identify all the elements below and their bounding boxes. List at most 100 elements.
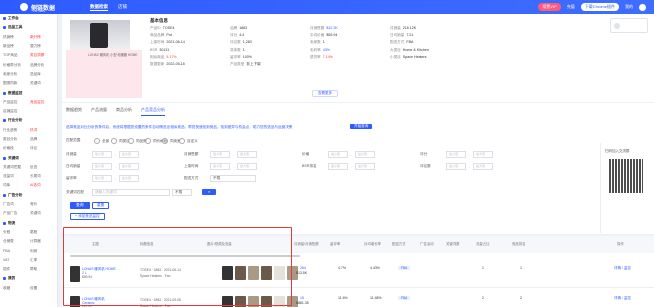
sidebar-section-header[interactable]: 关键词	[0, 153, 57, 162]
search-button[interactable]: ⌕	[202, 189, 217, 195]
scope-option-radio[interactable]: 同类目	[111, 138, 130, 144]
column-header: 操作	[617, 242, 624, 246]
sidebar-item[interactable]: 选品库	[30, 72, 57, 77]
max-input[interactable]: 最大值	[237, 151, 257, 158]
sidebar-item[interactable]: 类目洞察	[30, 53, 57, 58]
recharge-link[interactable]: 充值	[567, 4, 575, 10]
max-input[interactable]: 最大值	[473, 151, 493, 158]
query-button[interactable]: 查询	[70, 202, 90, 209]
sidebar-item[interactable]: FBA	[3, 249, 30, 253]
sidebar-item[interactable]: VAT	[3, 258, 30, 262]
sidebar-item[interactable]: 广告词	[3, 202, 30, 207]
sidebar-item[interactable]: 类目分析	[3, 137, 30, 142]
product-image[interactable]	[70, 20, 130, 50]
sidebar-item[interactable]: 关键词挖掘	[3, 165, 30, 170]
scope-option-radio[interactable]: 同品牌	[128, 138, 147, 144]
sidebar-item[interactable]: 飙升榜	[30, 35, 57, 40]
sidebar-item[interactable]: 利润	[30, 249, 57, 254]
sidebar-item[interactable]: 关键词	[30, 81, 57, 86]
sidebar-item[interactable]: 热词	[30, 128, 57, 133]
sidebar-item[interactable]: 竞品监控	[30, 100, 57, 105]
sidebar-item[interactable]: 评论	[30, 146, 57, 151]
sidebar-section-header[interactable]: 我的	[0, 274, 57, 283]
top-nav-item-search[interactable]: 数据检索	[90, 4, 108, 11]
min-input[interactable]: 最小值	[92, 163, 112, 170]
reset-button[interactable]: 重置	[92, 202, 110, 209]
sidebar-item[interactable]: 品牌分析	[30, 63, 57, 68]
max-input[interactable]: 最大值	[119, 163, 139, 170]
show-more-button[interactable]: 查看更多	[312, 90, 338, 97]
avatar[interactable]	[639, 3, 646, 11]
sidebar-section-header[interactable]: 行业分析	[0, 116, 57, 125]
keyword-mode-select[interactable]: 不限	[172, 189, 192, 196]
sidebar-item[interactable]: 插件	[3, 267, 30, 272]
min-input[interactable]: 最小值	[210, 163, 230, 170]
sidebar-item[interactable]: 价格段	[3, 146, 30, 151]
sidebar-item[interactable]: 帮助	[30, 267, 57, 272]
sidebar-item[interactable]: 尾程	[30, 230, 57, 235]
min-input[interactable]: 最小值	[446, 151, 466, 158]
sidebar-item[interactable]: 店铺监控	[3, 109, 30, 114]
app-logo[interactable]: 侧链数据 For store	[20, 1, 76, 13]
scope-option-radio[interactable]: 全部	[94, 138, 109, 144]
max-input[interactable]: 最大值	[119, 175, 139, 182]
min-input[interactable]: 最小值	[328, 151, 348, 158]
min-input[interactable]: 最小值	[92, 151, 112, 158]
max-input[interactable]: 最大值	[237, 163, 257, 170]
sidebar-item[interactable]: 竞价	[30, 202, 57, 207]
renew-vip-button[interactable]: 续费VIP	[538, 3, 561, 11]
download-plugin-button[interactable]: 下载Chrome插件	[580, 3, 619, 11]
min-input[interactable]: 最小值	[446, 163, 466, 170]
sidebar-item[interactable]: 价格带分析	[3, 63, 30, 68]
sidebar-item[interactable]: 设置	[30, 286, 57, 291]
tab-1[interactable]: 产品流量	[91, 107, 107, 116]
sidebar-item[interactable]: 新品榜	[3, 44, 30, 49]
sidebar-section-header[interactable]: 选品工具	[0, 23, 57, 32]
sidebar-item[interactable]: 品牌	[30, 137, 57, 142]
max-input[interactable]: 最大值	[473, 163, 493, 170]
sidebar-item[interactable]: 关键词	[30, 211, 57, 216]
start-query-button[interactable]: 开始查询	[350, 124, 373, 129]
add-monitor-button[interactable]: + 添加竞品监控	[70, 213, 105, 220]
top-nav-item-store[interactable]: 店铺	[118, 4, 127, 11]
sidebar-item[interactable]: 卖家分析	[3, 72, 30, 77]
sidebar-section-header[interactable]: 工作台	[0, 14, 57, 23]
sidebar-item[interactable]: 长尾词	[30, 174, 57, 179]
sidebar-item[interactable]: 收藏	[3, 286, 30, 291]
sidebar-item[interactable]: AI选词	[30, 183, 57, 188]
max-input[interactable]: 最大值	[355, 151, 375, 158]
min-input[interactable]: 最小值	[92, 175, 112, 182]
row-actions-link[interactable]: 详情 / 监控	[614, 296, 631, 301]
sidebar-section-header[interactable]: 广告分析	[0, 191, 57, 200]
shipping-select[interactable]: 不限	[210, 175, 256, 182]
tab-0[interactable]: 数据趋势	[66, 107, 82, 116]
sidebar-section-header[interactable]: 物流	[0, 219, 57, 228]
sidebar-item[interactable]: TOP商品	[3, 53, 30, 58]
sidebar-item[interactable]: 潜力榜	[30, 44, 57, 49]
scope-option-radio[interactable]: 同卖家	[162, 138, 181, 144]
tab-2[interactable]: 商品分析	[116, 107, 132, 116]
sidebar-item[interactable]: 反查	[30, 165, 57, 170]
keyword-input[interactable]: 请输入关键词	[92, 189, 170, 196]
sidebar-item[interactable]: 汇率	[30, 258, 57, 263]
sidebar-item[interactable]: 产品监控	[3, 100, 30, 105]
min-input[interactable]: 最小值	[210, 151, 230, 158]
max-input[interactable]: 最大值	[119, 151, 139, 158]
sidebar-item[interactable]: 流量词	[3, 174, 30, 179]
sidebar-item[interactable]: 仓储费	[3, 239, 30, 244]
min-input[interactable]: 最小值	[328, 163, 348, 170]
sidebar-item[interactable]: 热销榜	[3, 35, 30, 40]
row-actions-link[interactable]: 详情 / 监控	[614, 266, 631, 271]
sidebar-item[interactable]: 图搜同款	[3, 81, 30, 86]
sidebar-item[interactable]: 产品广告	[3, 211, 30, 216]
sidebar-item[interactable]: 计算器	[30, 239, 57, 244]
sidebar-item[interactable]: 行业趋势	[3, 128, 30, 133]
sidebar-section-header[interactable]: 数据监控	[0, 88, 57, 97]
sidebar-item[interactable]: 词库	[3, 183, 30, 188]
scope-option-radio[interactable]: 自定义	[179, 138, 198, 144]
tab-3[interactable]: 产品竞品分析	[141, 107, 165, 116]
my-account-link[interactable]: 我的	[625, 4, 633, 10]
product-side-widget[interactable]	[610, 18, 648, 33]
sidebar-item[interactable]: 头程	[3, 230, 30, 235]
max-input[interactable]: 最大值	[355, 163, 375, 170]
